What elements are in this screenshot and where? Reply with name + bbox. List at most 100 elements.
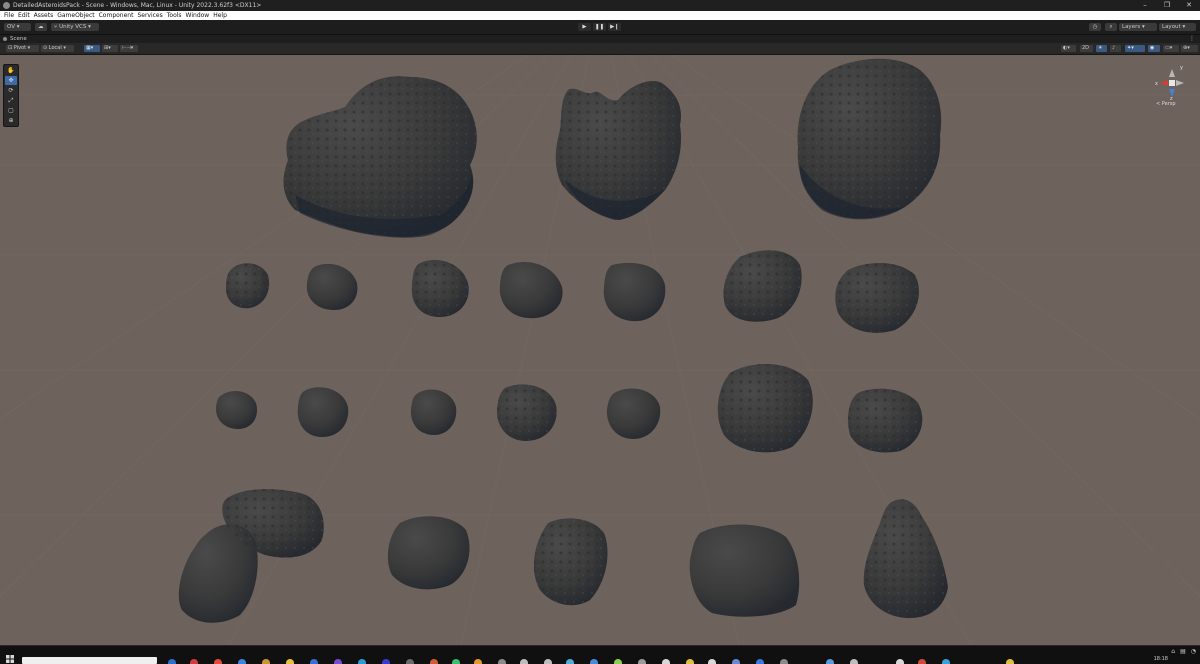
- taskbar-app-icon[interactable]: [262, 659, 270, 664]
- orientation-gizmo[interactable]: x y z < Persp: [1152, 65, 1192, 113]
- taskbar-app-icon[interactable]: [406, 659, 414, 664]
- menu-help[interactable]: Help: [213, 11, 227, 20]
- taskbar-app-icon[interactable]: [498, 659, 506, 664]
- taskbar-app-icon[interactable]: [662, 659, 670, 664]
- more-options-icon[interactable]: ⋮: [1189, 35, 1195, 43]
- asteroid-row4[interactable]: [178, 489, 948, 623]
- menu-tools[interactable]: Tools: [167, 11, 182, 20]
- taskbar-app-icon[interactable]: [614, 659, 622, 664]
- taskbar-app-icon[interactable]: [190, 659, 198, 664]
- taskbar-app-icon[interactable]: [638, 659, 646, 664]
- grid-snap-button[interactable]: ▦▾: [84, 45, 100, 52]
- taskbar-app-icon[interactable]: [826, 659, 834, 664]
- taskbar-app-icon[interactable]: [430, 659, 438, 664]
- taskbar-app-icon[interactable]: [238, 659, 246, 664]
- taskbar-app-icon[interactable]: [214, 659, 222, 664]
- gizmos-icon[interactable]: ⊕▾: [1181, 45, 1198, 52]
- draw-mode-button[interactable]: ◐▾: [1061, 45, 1076, 52]
- unity-logo-icon: [3, 2, 10, 9]
- menu-edit[interactable]: Edit: [18, 11, 30, 20]
- pivot-dropdown[interactable]: ⊡ Pivot ▾: [6, 45, 39, 52]
- hidden-objects-icon[interactable]: ◉: [1148, 45, 1160, 52]
- volume-icon[interactable]: ▤: [1180, 648, 1186, 655]
- taskbar-app-icon[interactable]: [474, 659, 482, 664]
- layers-label: Layers: [1122, 24, 1141, 30]
- asteroid-row2[interactable]: [225, 250, 919, 333]
- vcs-button[interactable]: ⑂ Unity VCS ▾: [51, 23, 99, 31]
- rotate-tool-icon[interactable]: ⟳: [5, 86, 17, 95]
- taskbar-app-icon[interactable]: [544, 659, 552, 664]
- layout-dropdown[interactable]: Layout ▾: [1159, 23, 1196, 31]
- search-icon[interactable]: ⌕: [1105, 23, 1117, 31]
- minimize-button[interactable]: –: [1134, 0, 1156, 11]
- windows-start-icon[interactable]: [6, 655, 14, 663]
- move-tool-icon[interactable]: ✥: [5, 76, 17, 85]
- taskbar-app-icon[interactable]: [520, 659, 528, 664]
- tab-scene[interactable]: Scene: [3, 35, 27, 43]
- effects-icon[interactable]: ✦▾: [1125, 45, 1145, 52]
- vcs-label: Unity VCS: [59, 24, 87, 30]
- restore-button[interactable]: ❐: [1156, 0, 1178, 11]
- os-taskbar: 18:18 ⌂ ▤ ◔: [0, 645, 1200, 664]
- transform-tools-panel: ✋ ✥ ⟳ ⤢ ▢ ⊕: [3, 64, 19, 127]
- asteroid-large-1[interactable]: [283, 76, 477, 238]
- play-button[interactable]: ▶: [578, 23, 591, 31]
- menu-services[interactable]: Services: [137, 11, 162, 20]
- play-controls: ▶ ❚❚ ▶❙: [578, 23, 621, 31]
- taskbar-clock[interactable]: 18:18: [1154, 656, 1168, 662]
- taskbar-app-icon[interactable]: [942, 659, 950, 664]
- taskbar-app-icon[interactable]: [708, 659, 716, 664]
- asteroid-large-2[interactable]: [555, 80, 682, 220]
- close-button[interactable]: ✕: [1178, 0, 1200, 11]
- menu-window[interactable]: Window: [186, 11, 210, 20]
- asteroid-large-3[interactable]: [797, 58, 942, 220]
- step-button[interactable]: ▶❙: [608, 23, 621, 31]
- taskbar-app-icon[interactable]: [918, 659, 926, 664]
- account-label: OV: [7, 24, 15, 30]
- notification-icon[interactable]: ◔: [1191, 648, 1196, 655]
- snap-increment-button[interactable]: ⊞▾: [102, 45, 118, 52]
- taskbar-app-icon[interactable]: [780, 659, 788, 664]
- taskbar-app-icon[interactable]: [382, 659, 390, 664]
- scale-tool-icon[interactable]: ⤢: [5, 96, 17, 105]
- rect-tool-icon[interactable]: ▢: [5, 106, 17, 115]
- menu-component[interactable]: Component: [99, 11, 134, 20]
- local-dropdown[interactable]: ⊙ Local ▾: [41, 45, 74, 52]
- taskbar-app-icon[interactable]: [896, 659, 904, 664]
- taskbar-app-icon[interactable]: [566, 659, 574, 664]
- taskbar-app-icon[interactable]: [756, 659, 764, 664]
- taskbar-app-icon[interactable]: [686, 659, 694, 664]
- lighting-icon[interactable]: ☀: [1096, 45, 1107, 52]
- transform-tool-icon[interactable]: ⊕: [5, 116, 17, 125]
- taskbar-app-icon[interactable]: [732, 659, 740, 664]
- menu-gameobject[interactable]: GameObject: [57, 11, 94, 20]
- audio-icon[interactable]: ♪: [1110, 45, 1121, 52]
- hand-tool-icon[interactable]: ✋: [5, 66, 17, 75]
- network-icon[interactable]: ⌂: [1171, 648, 1175, 655]
- taskbar-app-icon[interactable]: [590, 659, 598, 664]
- cloud-icon[interactable]: ☁: [35, 23, 47, 31]
- perspective-label[interactable]: < Persp: [1156, 101, 1176, 107]
- history-icon[interactable]: ◷: [1089, 23, 1101, 31]
- ruler-button[interactable]: ⊢⊣▾: [120, 45, 138, 52]
- pause-button[interactable]: ❚❚: [593, 23, 606, 31]
- layers-dropdown[interactable]: Layers ▾: [1119, 23, 1157, 31]
- mode-2d-button[interactable]: 2D: [1080, 45, 1093, 52]
- menu-file[interactable]: File: [4, 11, 14, 20]
- taskbar-app-icon[interactable]: [334, 659, 342, 664]
- account-button[interactable]: OV ▾: [4, 23, 31, 31]
- pivot-label: Pivot: [13, 45, 27, 51]
- camera-icon[interactable]: ▭▾: [1163, 45, 1179, 52]
- taskbar-app-icon[interactable]: [168, 659, 176, 664]
- menu-assets[interactable]: Assets: [34, 11, 54, 20]
- scene-grid: [0, 55, 1200, 645]
- layout-label: Layout: [1162, 24, 1181, 30]
- taskbar-app-icon[interactable]: [310, 659, 318, 664]
- asteroid-row3[interactable]: [215, 363, 923, 453]
- taskbar-app-icon[interactable]: [286, 659, 294, 664]
- scene-viewport[interactable]: ✋ ✥ ⟳ ⤢ ▢ ⊕ x y z < Persp: [0, 55, 1200, 645]
- taskbar-app-icon[interactable]: [358, 659, 366, 664]
- taskbar-app-icon[interactable]: [452, 659, 460, 664]
- taskbar-app-icon[interactable]: [1006, 659, 1014, 664]
- taskbar-app-icon[interactable]: [850, 659, 858, 664]
